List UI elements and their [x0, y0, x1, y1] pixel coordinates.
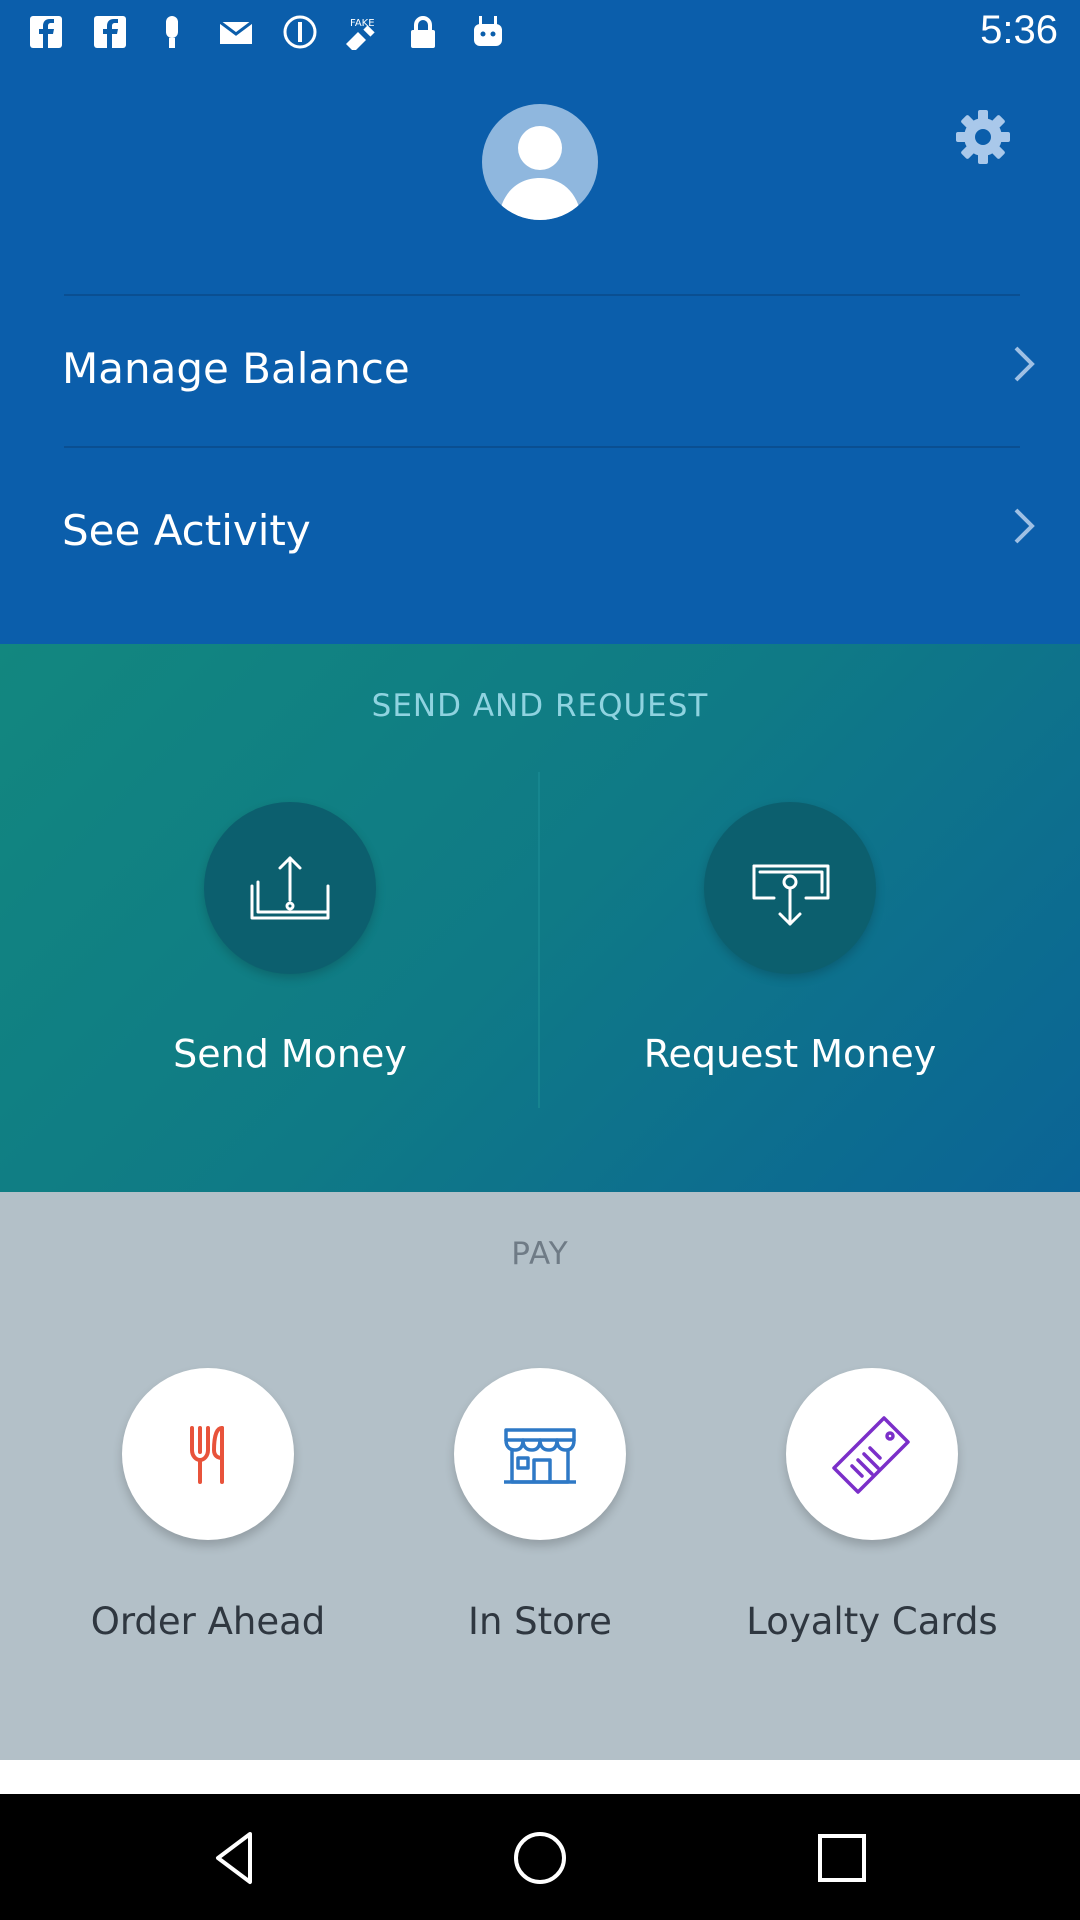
- svg-text:FAKE: FAKE: [350, 18, 375, 29]
- order-ahead-button[interactable]: Order Ahead: [28, 1368, 388, 1688]
- manage-balance-label: Manage Balance: [62, 344, 410, 393]
- chevron-right-icon: [1014, 508, 1035, 544]
- notification-icon: [166, 16, 178, 48]
- divider: [538, 772, 540, 1108]
- android-icon: [474, 16, 502, 46]
- loyalty-cards-circle: [786, 1368, 958, 1540]
- send-money-button[interactable]: Send Money: [90, 794, 490, 1104]
- fork-knife-icon: [190, 1426, 224, 1484]
- request-money-icon: [752, 864, 830, 926]
- person-icon: [498, 126, 582, 220]
- recents-icon[interactable]: [810, 1826, 874, 1890]
- in-store-button[interactable]: In Store: [360, 1368, 720, 1688]
- back-icon[interactable]: [204, 1826, 268, 1890]
- system-nav-bar: [0, 1794, 1080, 1920]
- info-icon: [283, 15, 317, 49]
- lock-icon: [411, 16, 435, 48]
- send-money-circle: [204, 802, 376, 974]
- facebook-icon: [94, 16, 126, 48]
- home-icon[interactable]: [508, 1826, 572, 1890]
- section-title: SEND AND REQUEST: [371, 688, 709, 724]
- facebook-icon: [30, 16, 62, 48]
- in-store-circle: [454, 1368, 626, 1540]
- profile-avatar[interactable]: [482, 104, 598, 220]
- request-money-label: Request Money: [643, 1032, 937, 1076]
- fake-gps-icon: FAKE: [346, 18, 375, 50]
- request-money-circle: [704, 802, 876, 974]
- order-ahead-circle: [122, 1368, 294, 1540]
- in-store-label: In Store: [468, 1600, 612, 1643]
- status-bar: FAKE 5:36: [0, 0, 1080, 64]
- pay-section: PAY Order Ahead In Store Loyalty Cards: [0, 1192, 1080, 1760]
- see-activity-label: See Activity: [62, 506, 311, 555]
- loyalty-cards-button[interactable]: Loyalty Cards: [692, 1368, 1052, 1688]
- send-money-icon: [250, 856, 330, 920]
- mail-icon: [219, 20, 253, 44]
- storefront-icon: [504, 1428, 576, 1484]
- account-header: FAKE 5:36 Manage Balance See Activity: [0, 0, 1080, 644]
- send-money-label: Send Money: [173, 1032, 407, 1076]
- request-money-button[interactable]: Request Money: [590, 794, 990, 1104]
- bottom-strip: [0, 1760, 1080, 1794]
- gear-icon[interactable]: [954, 108, 1012, 166]
- see-activity-row[interactable]: See Activity: [0, 448, 1080, 598]
- loyalty-cards-label: Loyalty Cards: [746, 1600, 998, 1643]
- manage-balance-row[interactable]: Manage Balance: [0, 296, 1080, 446]
- chevron-right-icon: [1014, 346, 1035, 382]
- order-ahead-label: Order Ahead: [90, 1600, 326, 1643]
- clock: 5:36: [980, 8, 1058, 52]
- tag-icon: [832, 1416, 910, 1494]
- section-title: PAY: [511, 1236, 569, 1272]
- send-and-request-section: SEND AND REQUEST Send Money Request Mone…: [0, 644, 1080, 1192]
